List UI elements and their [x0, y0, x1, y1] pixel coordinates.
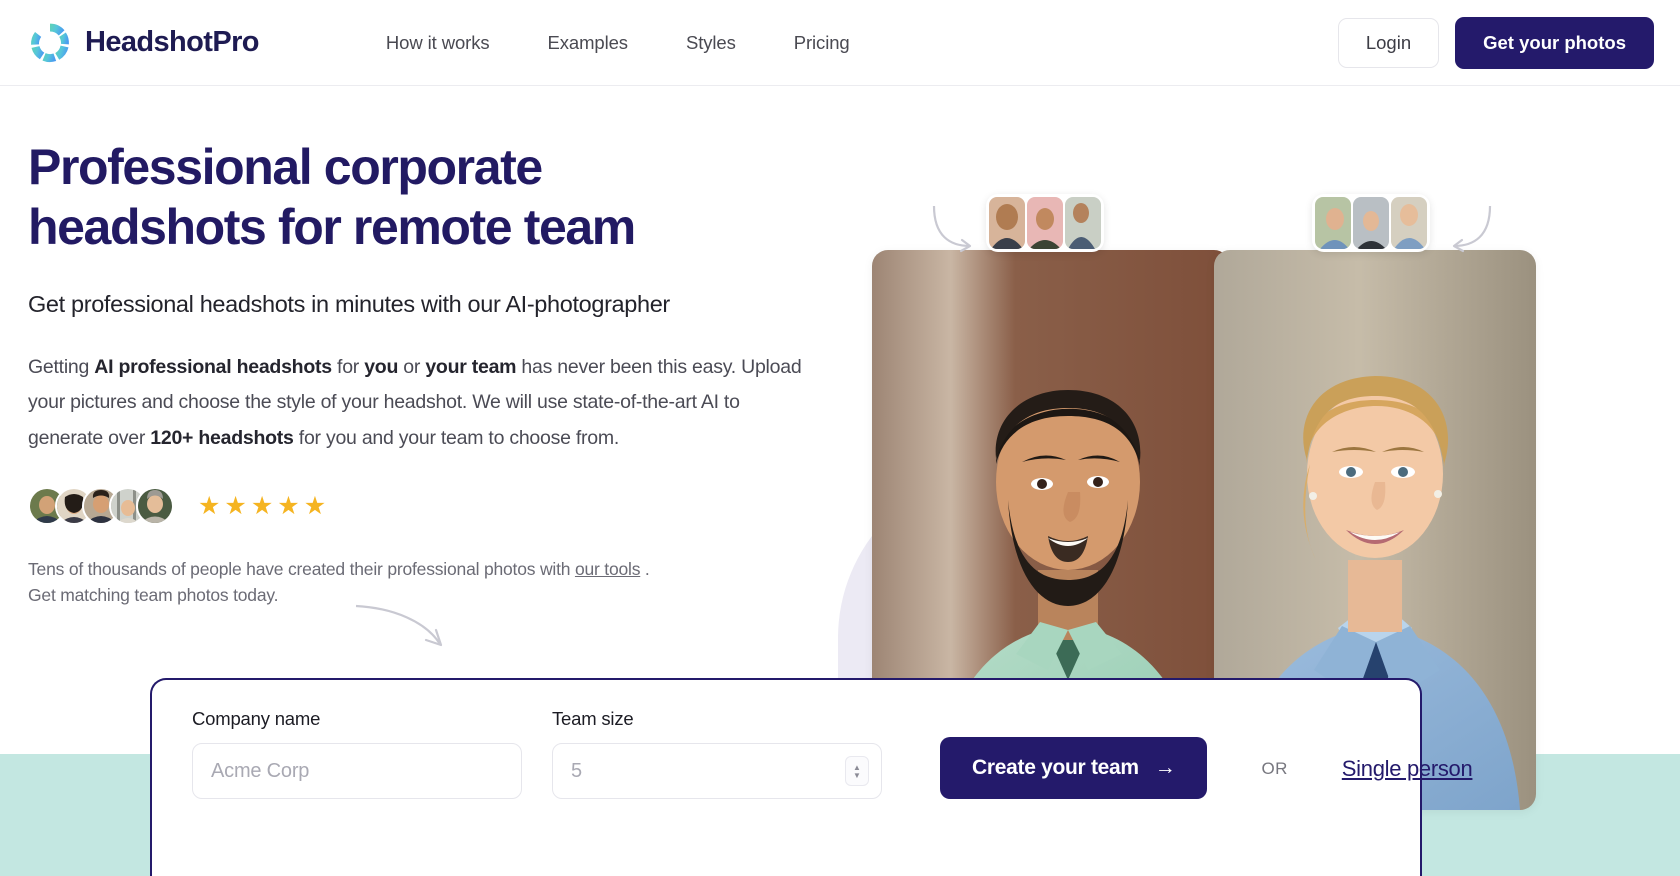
curved-arrow-right-icon	[1452, 205, 1492, 253]
body-emphasis-ai-headshots: AI professional headshots	[94, 355, 332, 378]
star-icon: ★	[303, 491, 327, 520]
star-icon: ★	[277, 491, 300, 520]
team-size-placeholder: 5	[571, 759, 582, 782]
nav-item-examples[interactable]: Examples	[519, 24, 657, 62]
team-size-input[interactable]: 5 ▲ ▼	[552, 743, 882, 799]
team-size-label: Team size	[552, 708, 634, 729]
arrow-right-icon: →	[1154, 756, 1176, 779]
login-button[interactable]: Login	[1337, 17, 1440, 68]
thumbnail-item	[1027, 197, 1063, 249]
body-emphasis-120-headshots: 120+ headshots	[150, 427, 294, 450]
header-actions: Login Get your photos	[1337, 16, 1654, 69]
or-separator: OR	[1261, 759, 1288, 778]
body-text-1: Getting	[28, 355, 95, 378]
curved-arrow-down-icon	[355, 604, 443, 647]
avatar-group	[28, 487, 174, 526]
our-tools-link[interactable]: our tools	[575, 559, 641, 579]
thumbnail-strip-left	[986, 194, 1104, 252]
headline-line-1: Professional corporate	[28, 139, 543, 195]
curved-arrow-left-icon	[932, 205, 972, 253]
team-signup-card: Company name Acme Corp Team size 5 ▲ ▼ C…	[150, 678, 1473, 876]
avatar	[136, 487, 174, 526]
thumbnail-item	[1315, 197, 1351, 249]
headshotpro-ring-logo-icon	[31, 23, 69, 62]
quantity-stepper[interactable]: ▲ ▼	[845, 756, 869, 786]
nav-item-styles[interactable]: Styles	[657, 24, 765, 62]
star-icon: ★	[224, 491, 247, 520]
create-your-team-button[interactable]: Create your team →	[940, 737, 1208, 799]
company-name-placeholder: Acme Corp	[211, 759, 310, 782]
footnote-text-1: Tens of thousands of people have created…	[28, 559, 575, 580]
body-text-2: for	[331, 355, 365, 378]
signup-form: Company name Acme Corp Team size 5 ▲ ▼ C…	[152, 680, 1473, 799]
thumbnail-item	[1391, 197, 1427, 249]
body-emphasis-your-team: your team	[425, 355, 517, 378]
nav-item-pricing[interactable]: Pricing	[765, 24, 879, 62]
get-your-photos-button[interactable]: Get your photos	[1455, 16, 1654, 69]
company-name-label: Company name	[192, 708, 321, 729]
landing-page: HeadshotPro How it works Examples Styles…	[0, 0, 1680, 876]
page-title: Professional corporate headshots for rem…	[28, 138, 828, 257]
body-text-5: for you and your team to choose from.	[293, 427, 620, 450]
nav-item-how-it-works[interactable]: How it works	[357, 24, 519, 62]
site-header: HeadshotPro How it works Examples Styles…	[0, 0, 1680, 86]
brand-name: HeadshotPro	[85, 26, 259, 58]
company-name-field-group: Company name Acme Corp	[192, 708, 522, 799]
star-rating: ★ ★ ★ ★ ★	[198, 491, 327, 520]
thumbnail-strip-right	[1312, 194, 1430, 252]
thumbnail-item	[989, 197, 1025, 249]
body-text-3: or	[398, 355, 426, 378]
hero-body-copy: Getting AI professional headshots for yo…	[28, 350, 818, 458]
star-icon: ★	[198, 491, 221, 520]
team-size-field-group: Team size 5 ▲ ▼	[552, 708, 882, 799]
social-proof-row: ★ ★ ★ ★ ★	[28, 487, 828, 526]
single-person-link[interactable]: Single person	[1342, 756, 1473, 782]
hero-content: Professional corporate headshots for rem…	[28, 138, 828, 608]
hero-footnote: Tens of thousands of people have created…	[28, 557, 668, 608]
chevron-down-icon[interactable]: ▼	[853, 771, 861, 779]
chevron-up-icon[interactable]: ▲	[853, 763, 861, 771]
company-name-input[interactable]: Acme Corp	[192, 743, 522, 799]
thumbnail-item	[1353, 197, 1389, 249]
brand-logo[interactable]: HeadshotPro	[28, 21, 259, 65]
hero-subheadline: Get professional headshots in minutes wi…	[28, 291, 670, 317]
main-navigation: How it works Examples Styles Pricing	[357, 24, 879, 62]
headline-line-2: headshots for remote team	[28, 198, 636, 255]
thumbnail-item	[1065, 197, 1101, 249]
body-emphasis-you: you	[364, 355, 399, 378]
star-icon: ★	[250, 491, 274, 520]
create-team-label: Create your team	[972, 756, 1139, 779]
